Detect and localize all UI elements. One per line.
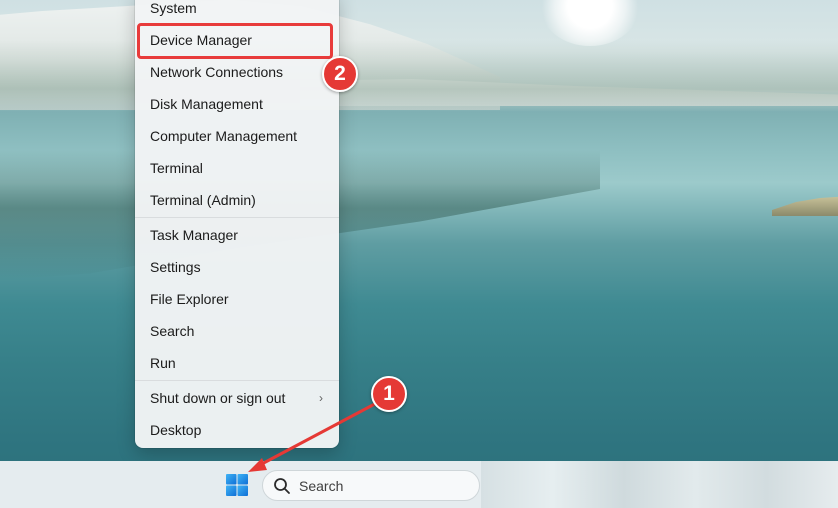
menu-item-run[interactable]: Run bbox=[135, 347, 339, 379]
menu-item-label: Disk Management bbox=[150, 96, 263, 112]
menu-item-settings[interactable]: Settings bbox=[135, 251, 339, 283]
menu-item-terminal[interactable]: Terminal bbox=[135, 152, 339, 184]
search-icon bbox=[273, 477, 291, 495]
menu-item-computer-management[interactable]: Computer Management bbox=[135, 120, 339, 152]
winx-context-menu: System Device Manager Network Connection… bbox=[135, 0, 339, 448]
taskbar: Search bbox=[0, 461, 838, 508]
menu-item-task-manager[interactable]: Task Manager bbox=[135, 219, 339, 251]
taskbar-search-box[interactable]: Search bbox=[262, 470, 480, 501]
menu-item-label: Settings bbox=[150, 259, 201, 275]
menu-item-label: Network Connections bbox=[150, 64, 284, 80]
start-button[interactable] bbox=[222, 470, 252, 500]
taskbar-blurred-area bbox=[481, 461, 838, 508]
wallpaper-treeline bbox=[0, 40, 838, 110]
menu-item-label: Desktop bbox=[150, 422, 202, 438]
menu-separator bbox=[135, 217, 339, 218]
menu-item-file-explorer[interactable]: File Explorer bbox=[135, 283, 339, 315]
menu-item-desktop[interactable]: Desktop bbox=[135, 414, 339, 446]
step-1-badge: 1 bbox=[371, 376, 407, 412]
menu-item-shut-down-or-sign-out[interactable]: Shut down or sign out › bbox=[135, 382, 339, 414]
device-manager-highlight bbox=[137, 23, 333, 59]
menu-item-system[interactable]: System bbox=[135, 0, 339, 24]
menu-item-label: Terminal bbox=[150, 160, 203, 176]
chevron-right-icon: › bbox=[319, 391, 323, 405]
menu-item-label: System bbox=[150, 0, 197, 16]
menu-item-label: Task Manager bbox=[150, 227, 238, 243]
menu-item-label: File Explorer bbox=[150, 291, 229, 307]
menu-item-label: Shut down or sign out bbox=[150, 390, 286, 406]
menu-item-terminal-admin[interactable]: Terminal (Admin) bbox=[135, 184, 339, 216]
menu-separator bbox=[135, 380, 339, 381]
menu-item-label: Search bbox=[150, 323, 195, 339]
step-2-badge: 2 bbox=[322, 56, 358, 92]
desktop-wallpaper bbox=[0, 0, 838, 508]
search-placeholder: Search bbox=[299, 477, 344, 494]
menu-item-network-connections[interactable]: Network Connections bbox=[135, 56, 339, 88]
wallpaper-islet bbox=[772, 196, 838, 216]
menu-item-label: Run bbox=[150, 355, 176, 371]
menu-item-label: Terminal (Admin) bbox=[150, 192, 256, 208]
menu-item-search[interactable]: Search bbox=[135, 315, 339, 347]
menu-item-disk-management[interactable]: Disk Management bbox=[135, 88, 339, 120]
menu-item-label: Computer Management bbox=[150, 128, 298, 144]
windows-logo-icon bbox=[226, 474, 248, 496]
